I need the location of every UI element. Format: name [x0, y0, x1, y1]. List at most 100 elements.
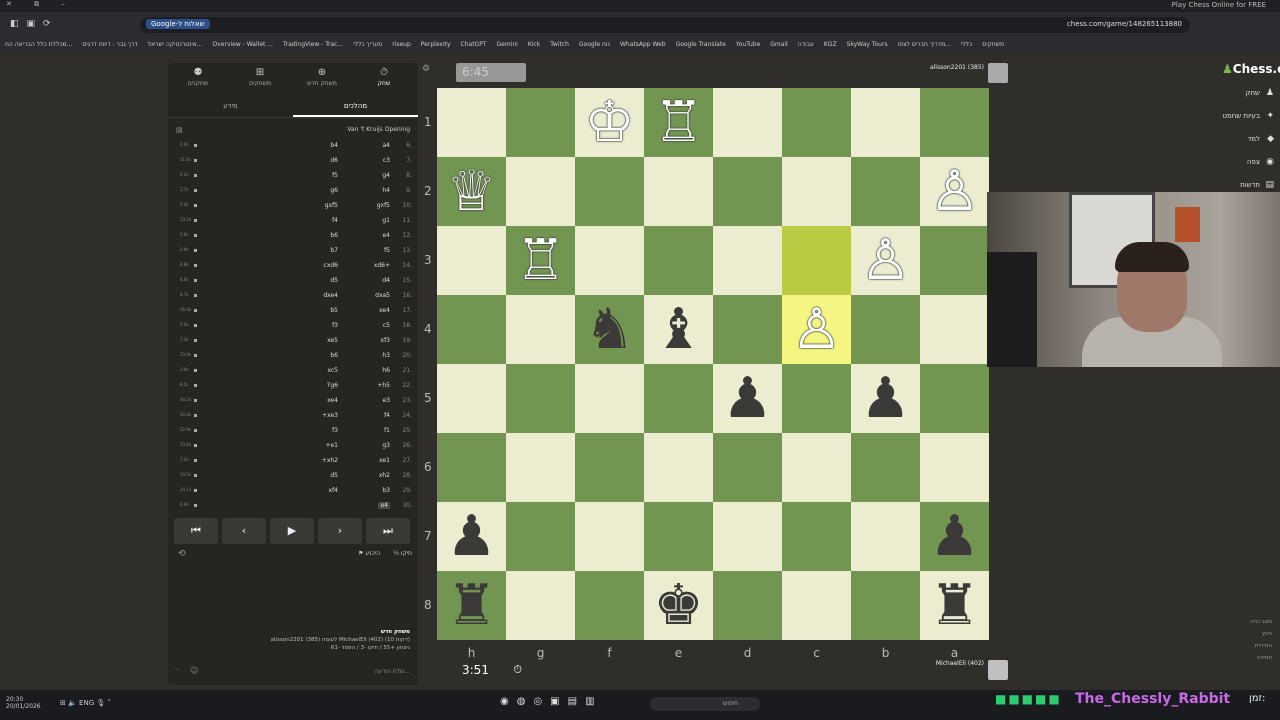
- square-f3[interactable]: [575, 226, 644, 295]
- white-piece-c4[interactable]: ♙: [782, 295, 851, 364]
- white-move[interactable]: h3: [382, 352, 390, 359]
- square-a1[interactable]: [920, 88, 989, 157]
- square-b4[interactable]: [851, 295, 920, 364]
- active-tab-title[interactable]: Play Chess Online for FREE: [1172, 1, 1266, 9]
- square-c7[interactable]: [782, 502, 851, 571]
- bookmark-item[interactable]: riseup: [392, 41, 411, 48]
- white-move[interactable]: xe1: [379, 457, 390, 464]
- bookmark-item[interactable]: KGZ: [824, 41, 837, 48]
- bookmark-item[interactable]: Twitch: [550, 41, 569, 48]
- address-bar[interactable]: Google-שאלות ל chess.com/game/1482651138…: [140, 17, 1190, 33]
- nav-item-watch[interactable]: צפה ◉: [1200, 157, 1274, 167]
- white-move[interactable]: xh2: [379, 472, 390, 479]
- emoji-icon[interactable]: ☺: [190, 666, 198, 675]
- black-move[interactable]: f4: [332, 217, 338, 224]
- url-text[interactable]: chess.com/game/148265113880: [1067, 20, 1182, 28]
- nav-buttons[interactable]: ◧▣⟳: [10, 19, 59, 29]
- black-piece-b5[interactable]: ♟: [851, 364, 920, 433]
- square-b8[interactable]: [851, 571, 920, 640]
- player-avatar[interactable]: [988, 660, 1008, 680]
- black-move[interactable]: 7g6: [327, 382, 338, 389]
- square-h4[interactable]: [437, 295, 506, 364]
- square-g6[interactable]: [506, 433, 575, 502]
- square-b2[interactable]: [851, 157, 920, 226]
- draw-button[interactable]: ½ תיקו: [393, 550, 412, 557]
- white-move[interactable]: xe4: [379, 307, 390, 314]
- black-move[interactable]: xf4: [329, 487, 338, 494]
- square-d3[interactable]: [713, 226, 782, 295]
- square-d7[interactable]: [713, 502, 782, 571]
- square-g1[interactable]: [506, 88, 575, 157]
- bookmark-item[interactable]: Perplexity: [421, 41, 451, 48]
- square-d8[interactable]: [713, 571, 782, 640]
- square-b1[interactable]: [851, 88, 920, 157]
- square-d4[interactable]: [713, 295, 782, 364]
- square-h5[interactable]: [437, 364, 506, 433]
- square-a5[interactable]: [920, 364, 989, 433]
- black-piece-a8[interactable]: ♜: [920, 571, 989, 640]
- bookmark-item[interactable]: עבודה: [798, 41, 814, 48]
- square-h6[interactable]: [437, 433, 506, 502]
- chat-input[interactable]: שלח הודעה...: [374, 668, 410, 675]
- white-move[interactable]: xf3: [381, 337, 390, 344]
- bookmark-item[interactable]: Gemini: [497, 41, 518, 48]
- square-f8[interactable]: [575, 571, 644, 640]
- black-move[interactable]: b7: [330, 247, 338, 254]
- black-piece-h8[interactable]: ♜: [437, 571, 506, 640]
- google-chip[interactable]: Google-שאלות ל: [146, 19, 210, 29]
- bookmark-item[interactable]: מדריך חברים לצפו...: [898, 41, 951, 48]
- black-move[interactable]: f3: [332, 322, 338, 329]
- book-icon[interactable]: ▤: [176, 126, 183, 134]
- black-move[interactable]: +xe3: [322, 412, 338, 419]
- taskbar-search[interactable]: חיפוש: [650, 697, 760, 711]
- square-c1[interactable]: [782, 88, 851, 157]
- square-g4[interactable]: [506, 295, 575, 364]
- bookmark-item[interactable]: דרך גבר - דיווח דרגים: [82, 41, 137, 48]
- tab-timer[interactable]: ⏱ שחק: [354, 67, 414, 93]
- square-d6[interactable]: [713, 433, 782, 502]
- bookmark-item[interactable]: TradingView - Trac...: [283, 41, 343, 48]
- square-c5[interactable]: [782, 364, 851, 433]
- black-piece-h7[interactable]: ♟: [437, 502, 506, 571]
- board-settings-icon[interactable]: ⚙: [422, 64, 430, 74]
- tab-games[interactable]: ⊞ משחקים: [230, 67, 290, 93]
- square-e2[interactable]: [644, 157, 713, 226]
- white-move[interactable]: g1: [382, 217, 390, 224]
- white-move[interactable]: d4: [382, 277, 390, 284]
- square-b6[interactable]: [851, 433, 920, 502]
- white-move[interactable]: g4: [382, 172, 390, 179]
- nav-item-news[interactable]: חדשות ▤: [1200, 180, 1274, 190]
- bookmark-item[interactable]: Google Translate: [676, 41, 726, 48]
- sidebar-setting-link[interactable]: מצב כהה: [1200, 616, 1272, 628]
- black-move[interactable]: d5: [330, 277, 338, 284]
- white-piece-b3[interactable]: ♙: [851, 226, 920, 295]
- chess-com-logo[interactable]: ♟Chess.com: [1222, 62, 1280, 76]
- bookmark-item[interactable]: מעריך כללי: [353, 41, 382, 48]
- black-piece-f4[interactable]: ♞: [575, 295, 644, 364]
- bookmark-item[interactable]: YouTube: [736, 41, 760, 48]
- bookmark-item[interactable]: ChatGPT: [461, 41, 487, 48]
- bookmark-item[interactable]: משחקים: [982, 41, 1004, 48]
- black-move[interactable]: +xh2: [322, 457, 338, 464]
- white-piece-g3[interactable]: ♖: [506, 226, 575, 295]
- resign-button[interactable]: ⚑ היכנע: [358, 550, 380, 557]
- white-piece-h2[interactable]: ♕: [437, 157, 506, 226]
- white-move[interactable]: e4: [382, 232, 390, 239]
- opening-name[interactable]: Van 't Kruijs Opening: [347, 126, 410, 133]
- play-button[interactable]: ▶: [270, 518, 314, 544]
- square-g2[interactable]: [506, 157, 575, 226]
- system-tray[interactable]: ⊞ 🔈 ENG 🎙 ˄: [60, 699, 111, 707]
- black-move[interactable]: gxf5: [325, 202, 338, 209]
- black-move[interactable]: dxe4: [323, 292, 338, 299]
- taskbar-apps[interactable]: ◉◍◎▣▤▥: [500, 696, 603, 707]
- more-icon[interactable]: ···: [174, 667, 180, 674]
- bookmark-item[interactable]: אינטרנטיקה ישראל...: [148, 41, 203, 48]
- square-f2[interactable]: [575, 157, 644, 226]
- bookmark-item[interactable]: כללי: [961, 41, 972, 48]
- square-d2[interactable]: [713, 157, 782, 226]
- white-move[interactable]: +h5: [377, 382, 390, 389]
- nav-item-learn[interactable]: למד ◆: [1200, 134, 1274, 144]
- player-name[interactable]: MichaelEli (402): [906, 660, 984, 667]
- nav-item-puzzle[interactable]: בעיות שחמט ✦: [1200, 111, 1274, 121]
- black-piece-a7[interactable]: ♟: [920, 502, 989, 571]
